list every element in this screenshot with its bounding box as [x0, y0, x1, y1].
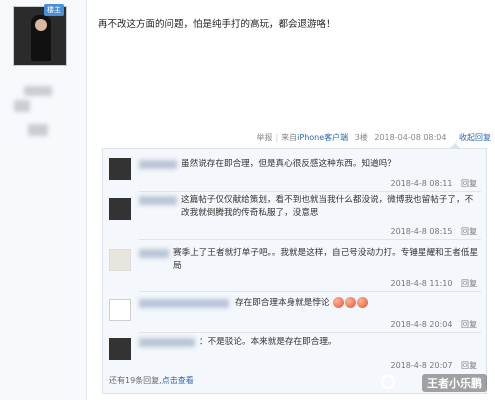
- watermark-logo-icon: [381, 375, 395, 389]
- avatar[interactable]: [109, 198, 131, 220]
- source-link[interactable]: iPhone客户端: [297, 133, 348, 142]
- reply-text: 虽然说存在即合理，但是真心很反感这种东西。知道吗？: [181, 159, 396, 169]
- peach-emoji-icon: [333, 297, 345, 308]
- peach-emoji-icon: [345, 297, 357, 308]
- floor-number: 3楼: [354, 133, 368, 142]
- more-replies-text: 还有19条回复,: [109, 376, 162, 385]
- avatar[interactable]: [109, 158, 131, 180]
- reply-username[interactable]: [139, 196, 177, 205]
- divider: [139, 191, 481, 192]
- avatar[interactable]: [109, 338, 131, 360]
- reply-text: 存在即合理本身就是悖论: [235, 297, 479, 310]
- op-badge: 楼主: [44, 4, 64, 16]
- list-item: 赛季上了王者就打单子吧。。我就是这样，自己号没动力打。专锤星耀和王者低星局 20…: [109, 247, 481, 297]
- author-level: [14, 100, 30, 112]
- peach-emoji-icon: [357, 297, 369, 308]
- list-item: 存在即合理本身就是悖论 2018-4-8 20:04 回复: [109, 297, 481, 337]
- reply-time: 2018-4-8 08:11: [390, 179, 453, 188]
- reply-button[interactable]: 回复: [461, 361, 477, 370]
- reply-username[interactable]: [139, 338, 195, 347]
- post-meta: 举报 | 来自iPhone客户端 3楼 2018-04-08 08:04 收起回复: [256, 133, 491, 142]
- divider: [139, 239, 481, 240]
- post-content: 再不改这方面的问题，怕是纯手打的高玩，都会退游咯！: [98, 19, 336, 30]
- reply-list: 虽然说存在即合理，但是真心很反感这种东西。知道吗？ 2018-4-8 08:11…: [102, 143, 487, 394]
- post-time: 2018-04-08 08:04: [374, 133, 447, 142]
- watermark: 王者小乐鹏: [422, 374, 487, 392]
- reply-button[interactable]: 回复: [461, 179, 477, 188]
- reply-username[interactable]: [139, 249, 169, 258]
- author-column: 楼主: [0, 0, 87, 400]
- collapse-replies-link[interactable]: 收起回复: [459, 133, 491, 142]
- author-name[interactable]: [24, 86, 52, 96]
- more-replies-link[interactable]: 点击查看: [162, 376, 194, 385]
- reply-button[interactable]: 回复: [461, 279, 477, 288]
- reply-time: 2018-4-8 20:04: [390, 320, 453, 329]
- reply-time: 2018-4-8 08:15: [390, 227, 453, 236]
- reply-time: 2018-4-8 20:07: [390, 361, 453, 370]
- reply-username[interactable]: [139, 299, 229, 308]
- divider: [139, 332, 481, 333]
- report-link[interactable]: 举报: [256, 133, 272, 142]
- source-prefix: 来自: [281, 133, 298, 142]
- reply-text: 赛季上了王者就打单子吧。。我就是这样，自己号没动力打。专锤星耀和王者低星局: [173, 248, 479, 271]
- reply-button[interactable]: 回复: [461, 227, 477, 236]
- reply-username[interactable]: [139, 160, 177, 169]
- list-item: 虽然说存在即合理，但是真心很反感这种东西。知道吗？ 2018-4-8 08:11…: [109, 158, 481, 198]
- more-replies: 还有19条回复,点击查看: [109, 375, 194, 386]
- list-item: ：不是驳论。本来就是存在即合理。 2018-4-8 20:07 回复: [109, 336, 481, 376]
- divider: [139, 291, 481, 292]
- reply-time: 2018-4-8 11:10: [390, 279, 453, 288]
- avatar[interactable]: [109, 249, 131, 271]
- reply-text-content: 存在即合理本身就是悖论: [235, 298, 330, 308]
- reply-text: ：不是驳论。本来就是存在即合理。: [199, 337, 337, 347]
- reply-button[interactable]: 回复: [461, 320, 477, 329]
- list-item: 这篇帖子仅仅献给策划，看不到也就当我什么都没说，微博我也留帖子了，不改我就倒腾我…: [109, 194, 481, 244]
- author-title: [28, 124, 48, 136]
- avatar[interactable]: [109, 299, 131, 321]
- reply-text: 这篇帖子仅仅献给策划，看不到也就当我什么都没说，微博我也留帖子了，不改我就倒腾我…: [181, 195, 474, 218]
